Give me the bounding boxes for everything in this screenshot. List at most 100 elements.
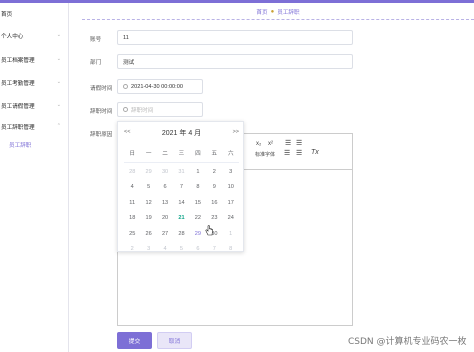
next-year-button[interactable]: >> <box>233 129 239 135</box>
date-cell[interactable]: 6 <box>190 246 206 252</box>
superscript-button[interactable]: x² <box>268 141 273 147</box>
date-cell[interactable]: 30 <box>157 169 173 175</box>
date-row: 4 5 6 7 8 9 10 <box>124 180 239 196</box>
date-cell[interactable]: 28 <box>173 231 189 237</box>
date-cell[interactable]: 3 <box>140 246 156 252</box>
chevron-down-icon: ⌄ <box>56 32 61 38</box>
date-cell[interactable]: 7 <box>173 184 189 190</box>
font-select[interactable]: 标准字体 <box>255 151 275 158</box>
weekday-header: 日 一 二 三 四 五 六 <box>124 149 239 163</box>
date-cell[interactable]: 4 <box>124 184 140 190</box>
date-cell[interactable]: 8 <box>190 184 206 190</box>
date-cell[interactable]: 11 <box>124 200 140 206</box>
date-cell[interactable]: 13 <box>157 200 173 206</box>
sidebar-subitem-resignation[interactable]: 员工辞职 <box>9 141 31 149</box>
submit-button[interactable]: 提交 <box>117 332 152 349</box>
account-field[interactable]: 11 <box>117 30 353 45</box>
month-label[interactable]: 4 月 <box>188 130 201 137</box>
sidebar-item-attendance[interactable]: 员工考勤管理 ⌄ <box>0 77 69 89</box>
date-cell[interactable]: 12 <box>140 200 156 206</box>
resign-time-placeholder: 辞职时间 <box>131 107 154 114</box>
dept-field[interactable]: 测试 <box>117 54 353 69</box>
date-cell-hover[interactable]: 29 <box>190 231 206 237</box>
dept-label: 部门 <box>90 60 102 66</box>
date-cell[interactable]: 22 <box>190 215 206 221</box>
sidebar-item-home[interactable]: 首页 <box>0 8 69 20</box>
apply-time-field[interactable]: 2021-04-30 00:00:00 <box>117 79 203 94</box>
apply-time-label: 请假时间 <box>90 86 113 92</box>
date-row: 25 26 27 28 29 30 1 <box>124 226 239 242</box>
align-left-icon[interactable]: ☰ <box>284 149 290 157</box>
date-cell[interactable]: 26 <box>140 231 156 237</box>
date-cell[interactable]: 10 <box>223 184 239 190</box>
year-label[interactable]: 2021 年 <box>162 130 187 137</box>
chevron-down-icon: ⌄ <box>56 79 61 85</box>
sidebar-item-employee-archive[interactable]: 员工档案管理 ⌄ <box>0 54 69 66</box>
subscript-button[interactable]: x₂ <box>256 141 261 147</box>
date-cell[interactable]: 16 <box>206 200 222 206</box>
date-cell[interactable]: 1 <box>223 231 239 237</box>
sidebar-item-label: 首页 <box>1 12 13 18</box>
date-cell[interactable]: 31 <box>173 169 189 175</box>
weekday-label: 二 <box>162 151 168 157</box>
date-cell-today[interactable]: 21 <box>173 215 189 221</box>
date-picker-popup: << 2021 年 4 月 >> 日 一 二 三 四 五 六 28 29 30 … <box>117 121 244 252</box>
breadcrumb-current: 员工辞职 <box>277 10 300 16</box>
date-cell[interactable]: 5 <box>140 184 156 190</box>
sidebar-item-personal-center[interactable]: 个人中心 ⌄ <box>0 30 69 42</box>
date-cell[interactable]: 19 <box>140 215 156 221</box>
date-cell[interactable]: 28 <box>124 169 140 175</box>
weekday-label: 一 <box>145 151 152 157</box>
date-cell[interactable]: 25 <box>124 231 140 237</box>
date-cell[interactable]: 2 <box>206 169 222 175</box>
dept-value: 测试 <box>123 59 135 66</box>
date-picker-title: 2021 年 4 月 <box>118 128 245 138</box>
watermark: CSDN @计算机专业码农一枚 <box>348 337 467 347</box>
date-cell[interactable]: 15 <box>190 200 206 206</box>
chevron-up-icon: ⌃ <box>56 123 61 129</box>
weekday-label: 日 <box>129 151 136 157</box>
date-cell[interactable]: 7 <box>206 246 222 252</box>
clock-icon <box>123 84 128 89</box>
date-cell[interactable]: 27 <box>157 231 173 237</box>
date-cell[interactable]: 23 <box>206 215 222 221</box>
bullet-list-icon[interactable]: ☰ <box>296 139 302 147</box>
date-cell[interactable]: 14 <box>173 200 189 206</box>
align-right-icon[interactable]: ☰ <box>296 149 302 157</box>
date-cell[interactable]: 5 <box>173 246 189 252</box>
date-cell[interactable]: 24 <box>223 215 239 221</box>
resign-time-field[interactable]: 辞职时间 <box>117 102 203 117</box>
date-cell[interactable]: 9 <box>206 184 222 190</box>
weekday-label: 四 <box>195 151 201 157</box>
date-cell[interactable]: 29 <box>140 169 156 175</box>
date-cell[interactable]: 4 <box>157 246 173 252</box>
date-picker-header: << 2021 年 4 月 >> <box>118 128 245 138</box>
date-cell[interactable]: 3 <box>223 169 239 175</box>
clear-format-button[interactable]: Tx <box>311 149 319 156</box>
sidebar-item-resignation[interactable]: 员工辞职管理 ⌃ <box>0 121 69 133</box>
breadcrumb-home[interactable]: 首页 <box>256 8 267 16</box>
date-cell[interactable]: 2 <box>124 246 140 252</box>
sidebar-item-label: 员工考勤管理 <box>1 81 35 87</box>
breadcrumb: 首页 ● 员工辞职 <box>82 5 474 20</box>
ordered-list-icon[interactable]: ☰ <box>285 139 291 147</box>
date-grid: 28 29 30 31 1 2 3 4 5 6 7 8 9 10 11 12 1… <box>124 164 239 257</box>
date-row: 2 3 4 5 6 7 8 <box>124 242 239 258</box>
resign-time-label: 辞职时间 <box>90 109 113 115</box>
account-label: 账号 <box>90 37 102 43</box>
chevron-down-icon: ⌄ <box>56 102 61 108</box>
date-cell[interactable]: 6 <box>157 184 173 190</box>
sidebar-item-label: 员工请假管理 <box>1 104 35 110</box>
date-cell[interactable]: 1 <box>190 169 206 175</box>
date-cell[interactable]: 18 <box>124 215 140 221</box>
weekday-label: 六 <box>227 151 234 157</box>
sidebar-item-leave[interactable]: 员工请假管理 ⌄ <box>0 100 69 112</box>
apply-time-value: 2021-04-30 00:00:00 <box>131 83 183 90</box>
date-row: 11 12 13 14 15 16 17 <box>124 195 239 211</box>
reason-label: 辞职原因 <box>90 132 113 138</box>
top-accent-bar <box>0 0 474 3</box>
date-cell[interactable]: 17 <box>223 200 239 206</box>
cancel-button[interactable]: 取消 <box>157 332 192 349</box>
date-cell[interactable]: 20 <box>157 215 173 221</box>
date-cell[interactable]: 8 <box>223 246 239 252</box>
